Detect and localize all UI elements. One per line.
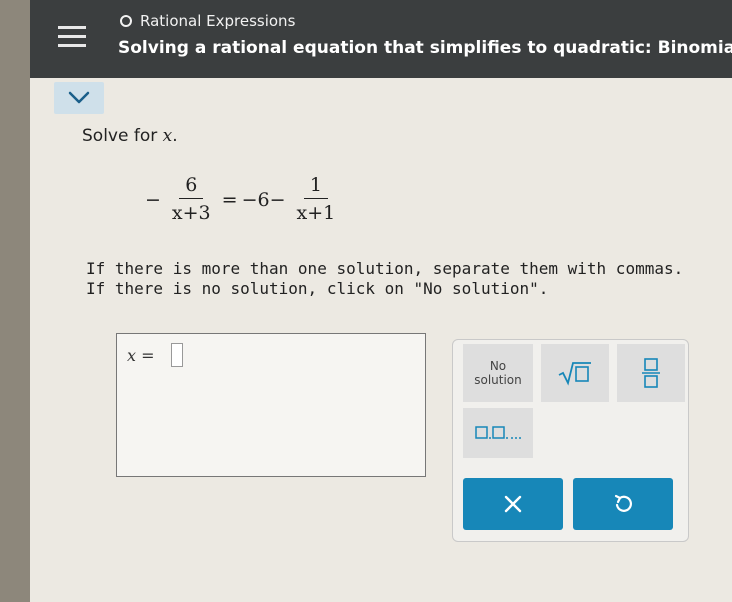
prompt-variable: x xyxy=(162,126,173,146)
chevron-down-icon xyxy=(68,91,90,104)
equals-sign: = xyxy=(221,188,238,211)
expand-button[interactable] xyxy=(54,82,104,114)
math-keypad: No solution xyxy=(452,339,689,542)
instruction-line-1: If there is more than one solution, sepa… xyxy=(86,259,684,278)
lhs-sign: − xyxy=(145,188,161,211)
lhs-fraction: 6 x+3 xyxy=(165,172,218,227)
no-solution-button[interactable]: No solution xyxy=(463,344,533,402)
equation: − 6 x+3 = −6− 1 x+1 xyxy=(145,172,342,227)
no-solution-label-2: solution xyxy=(474,373,522,387)
answer-label: x = xyxy=(127,346,155,365)
instruction-line-2: If there is no solution, click on "No so… xyxy=(86,279,549,298)
topic-label: Rational Expressions xyxy=(140,12,296,30)
list-button[interactable] xyxy=(463,408,533,458)
menu-icon[interactable] xyxy=(58,26,86,53)
page-title: Solving a rational equation that simplif… xyxy=(118,38,732,58)
undo-button[interactable] xyxy=(573,478,673,530)
no-solution-label-1: No xyxy=(489,359,507,373)
undo-icon xyxy=(614,494,632,512)
fraction-button[interactable] xyxy=(617,344,685,402)
left-strip xyxy=(0,0,30,602)
sqrt-button[interactable] xyxy=(541,344,609,402)
problem-prompt: Solve for x. xyxy=(82,126,178,146)
clear-button[interactable] xyxy=(463,478,563,530)
topic-circle-icon xyxy=(120,15,132,27)
rhs-numerator: 1 xyxy=(303,172,328,199)
header-bar: Rational Expressions Solving a rational … xyxy=(30,0,732,78)
answer-input[interactable] xyxy=(171,343,183,367)
answer-area[interactable]: x = xyxy=(116,333,426,477)
rhs-term: −6− xyxy=(241,188,286,211)
rhs-denominator: x+1 xyxy=(296,202,336,224)
lhs-numerator: 6 xyxy=(179,172,204,199)
sqrt-icon xyxy=(558,362,591,386)
topic-row: Rational Expressions xyxy=(120,12,295,30)
list-icon xyxy=(475,426,521,439)
close-icon xyxy=(504,495,522,513)
fraction-icon xyxy=(642,358,660,388)
rhs-fraction: 1 x+1 xyxy=(290,172,343,227)
instructions: If there is more than one solution, sepa… xyxy=(86,259,683,299)
lhs-denominator: x+3 xyxy=(171,202,211,224)
